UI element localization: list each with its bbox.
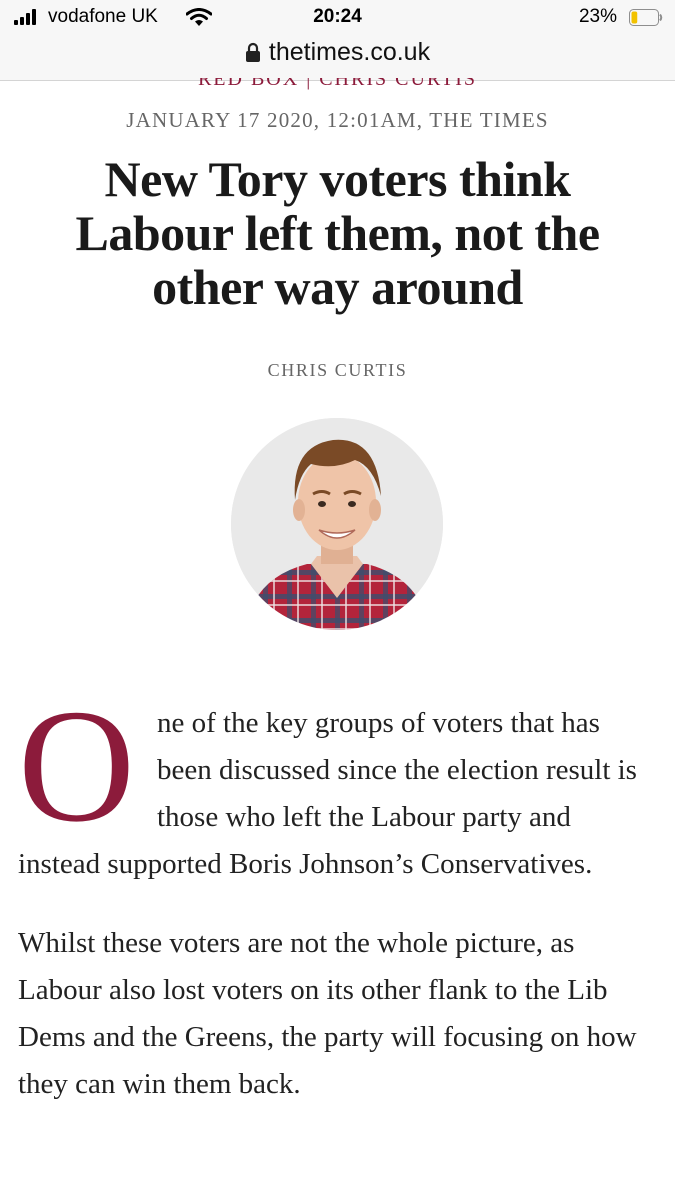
url-domain[interactable]: thetimes.co.uk (269, 38, 430, 66)
drop-cap: O (18, 677, 135, 856)
author-name[interactable]: CHRIS CURTIS (0, 360, 675, 381)
battery-icon (629, 9, 663, 26)
paragraph-1: One of the key groups of voters that has… (18, 677, 658, 888)
section-label[interactable]: RED BOX | CHRIS CURTIS (0, 78, 675, 92)
article-dateline: JANUARY 17 2020, 12:01AM, THE TIMES (126, 108, 549, 132)
author-avatar (231, 418, 443, 630)
battery-percent: 23% (578, 6, 617, 27)
status-time: 20:24 (313, 6, 362, 27)
url-bar[interactable]: thetimes.co.uk (0, 36, 675, 81)
article-headline: New Tory voters think Labour left them, … (75, 151, 600, 315)
paragraph-2: Whilst these voters are not the whole pi… (18, 927, 637, 1100)
article-body: One of the key groups of voters that has… (18, 677, 658, 1140)
lock-icon (245, 41, 261, 70)
status-bar: vodafone UK 20:24 23% (0, 0, 675, 36)
